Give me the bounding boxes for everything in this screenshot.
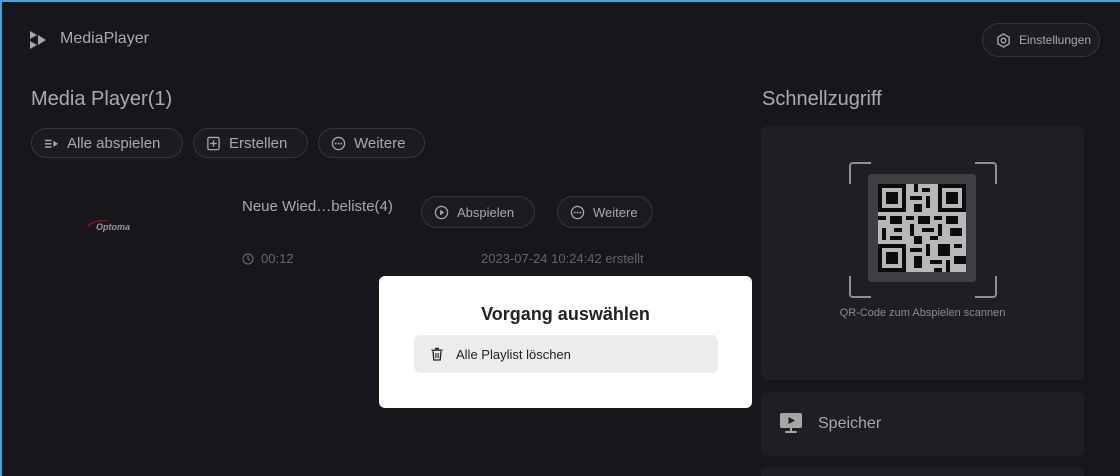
app-window: MediaPlayer Einstellungen Media Player(1… [0,0,1120,476]
delete-all-playlists-option[interactable]: Alle Playlist löschen [414,335,718,373]
delete-all-playlists-label: Alle Playlist löschen [456,346,571,362]
action-dialog: Vorgang auswählen Alle Playlist löschen [379,276,752,408]
dialog-title: Vorgang auswählen [481,304,650,324]
trash-icon [431,347,443,361]
